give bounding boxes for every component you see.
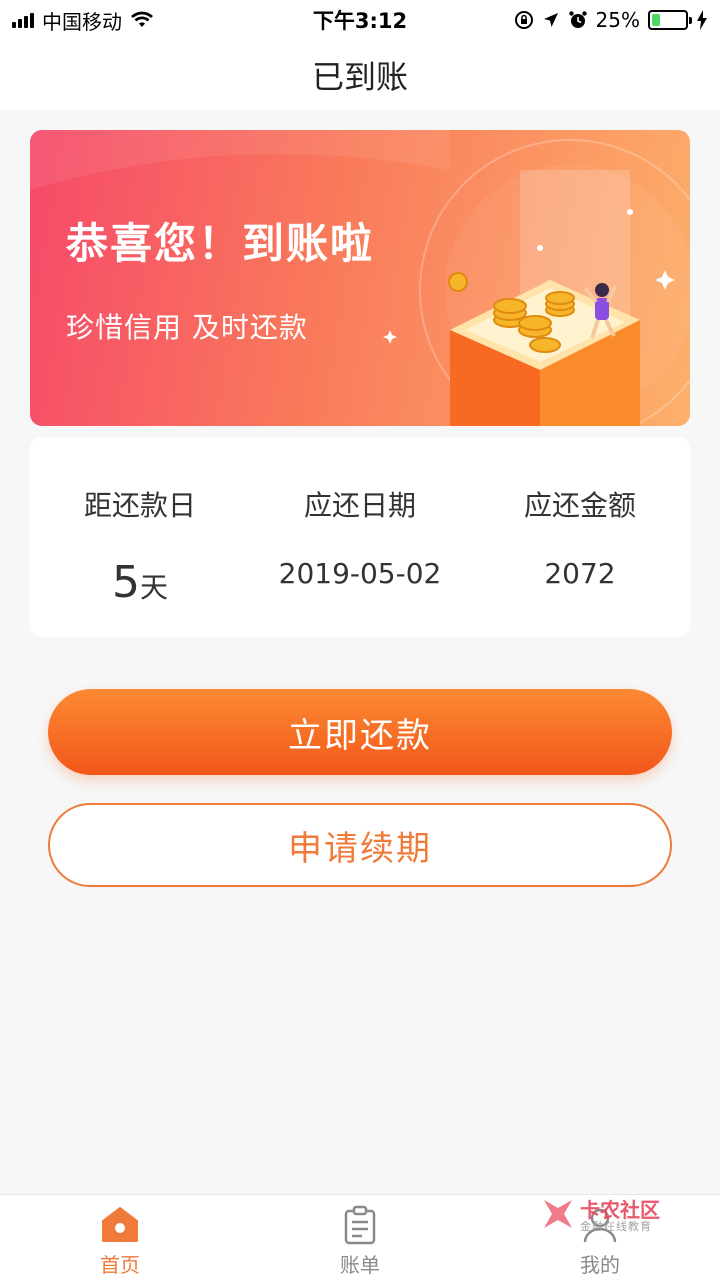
battery-fill [652,14,660,26]
page-header: 已到账 [0,40,720,110]
status-bar: 中国移动 下午3:12 25% [0,0,720,40]
watermark-tagline: 金融在线教育 [580,1220,652,1233]
battery-icon [648,10,692,30]
success-banner: 恭喜您！到账啦 珍惜信用 及时还款 [30,130,690,426]
carrier-name: 中国移动 [42,9,122,34]
days-until-due-number: 5 [111,557,140,608]
status-left: 中国移动 [12,6,154,35]
charging-icon [697,10,707,30]
watermark-logo-icon [544,1200,572,1228]
bill-icon [340,1205,380,1245]
signal-icon [12,12,34,28]
apply-renewal-button[interactable]: 申请续期 [48,803,672,887]
wifi-icon [131,11,153,27]
banner-subtitle: 珍惜信用 及时还款 [66,311,308,344]
due-date-column: 应还日期 2019-05-02 [250,437,470,637]
location-icon [543,13,558,27]
coin-platform-illustration [383,170,675,426]
tab-home[interactable]: 首页 [0,1195,240,1280]
home-icon [100,1205,140,1245]
amount-due-value: 2072 [544,557,616,590]
tab-bill[interactable]: 账单 [240,1195,480,1280]
tab-bill-label: 账单 [340,1253,380,1277]
due-date-label: 应还日期 [303,489,416,522]
days-unit: 天 [139,571,168,604]
amount-due-column: 应还金额 2072 [470,437,690,637]
battery-percent: 25% [595,8,640,32]
repay-now-button[interactable]: 立即还款 [48,689,672,775]
days-until-due-value: 5天 [30,557,250,608]
amount-due-label: 应还金额 [523,489,636,522]
days-until-due-label: 距还款日 [83,489,196,522]
due-date-value: 2019-05-02 [278,557,442,590]
repayment-info-card: 距还款日 5天 应还日期 2019-05-02 应还金额 2072 [30,437,690,637]
alarm-icon [568,11,587,28]
banner-title: 恭喜您！到账啦 [66,219,375,268]
days-until-due-column: 距还款日 5天 [30,437,250,637]
rotation-lock-icon [514,11,533,29]
tab-home-label: 首页 [100,1253,140,1277]
page-title: 已到账 [311,58,408,96]
watermark: 卡农社区 金融在线教育 [536,1190,666,1240]
tab-profile-label: 我的 [580,1253,620,1277]
status-right: 25% [514,8,708,32]
